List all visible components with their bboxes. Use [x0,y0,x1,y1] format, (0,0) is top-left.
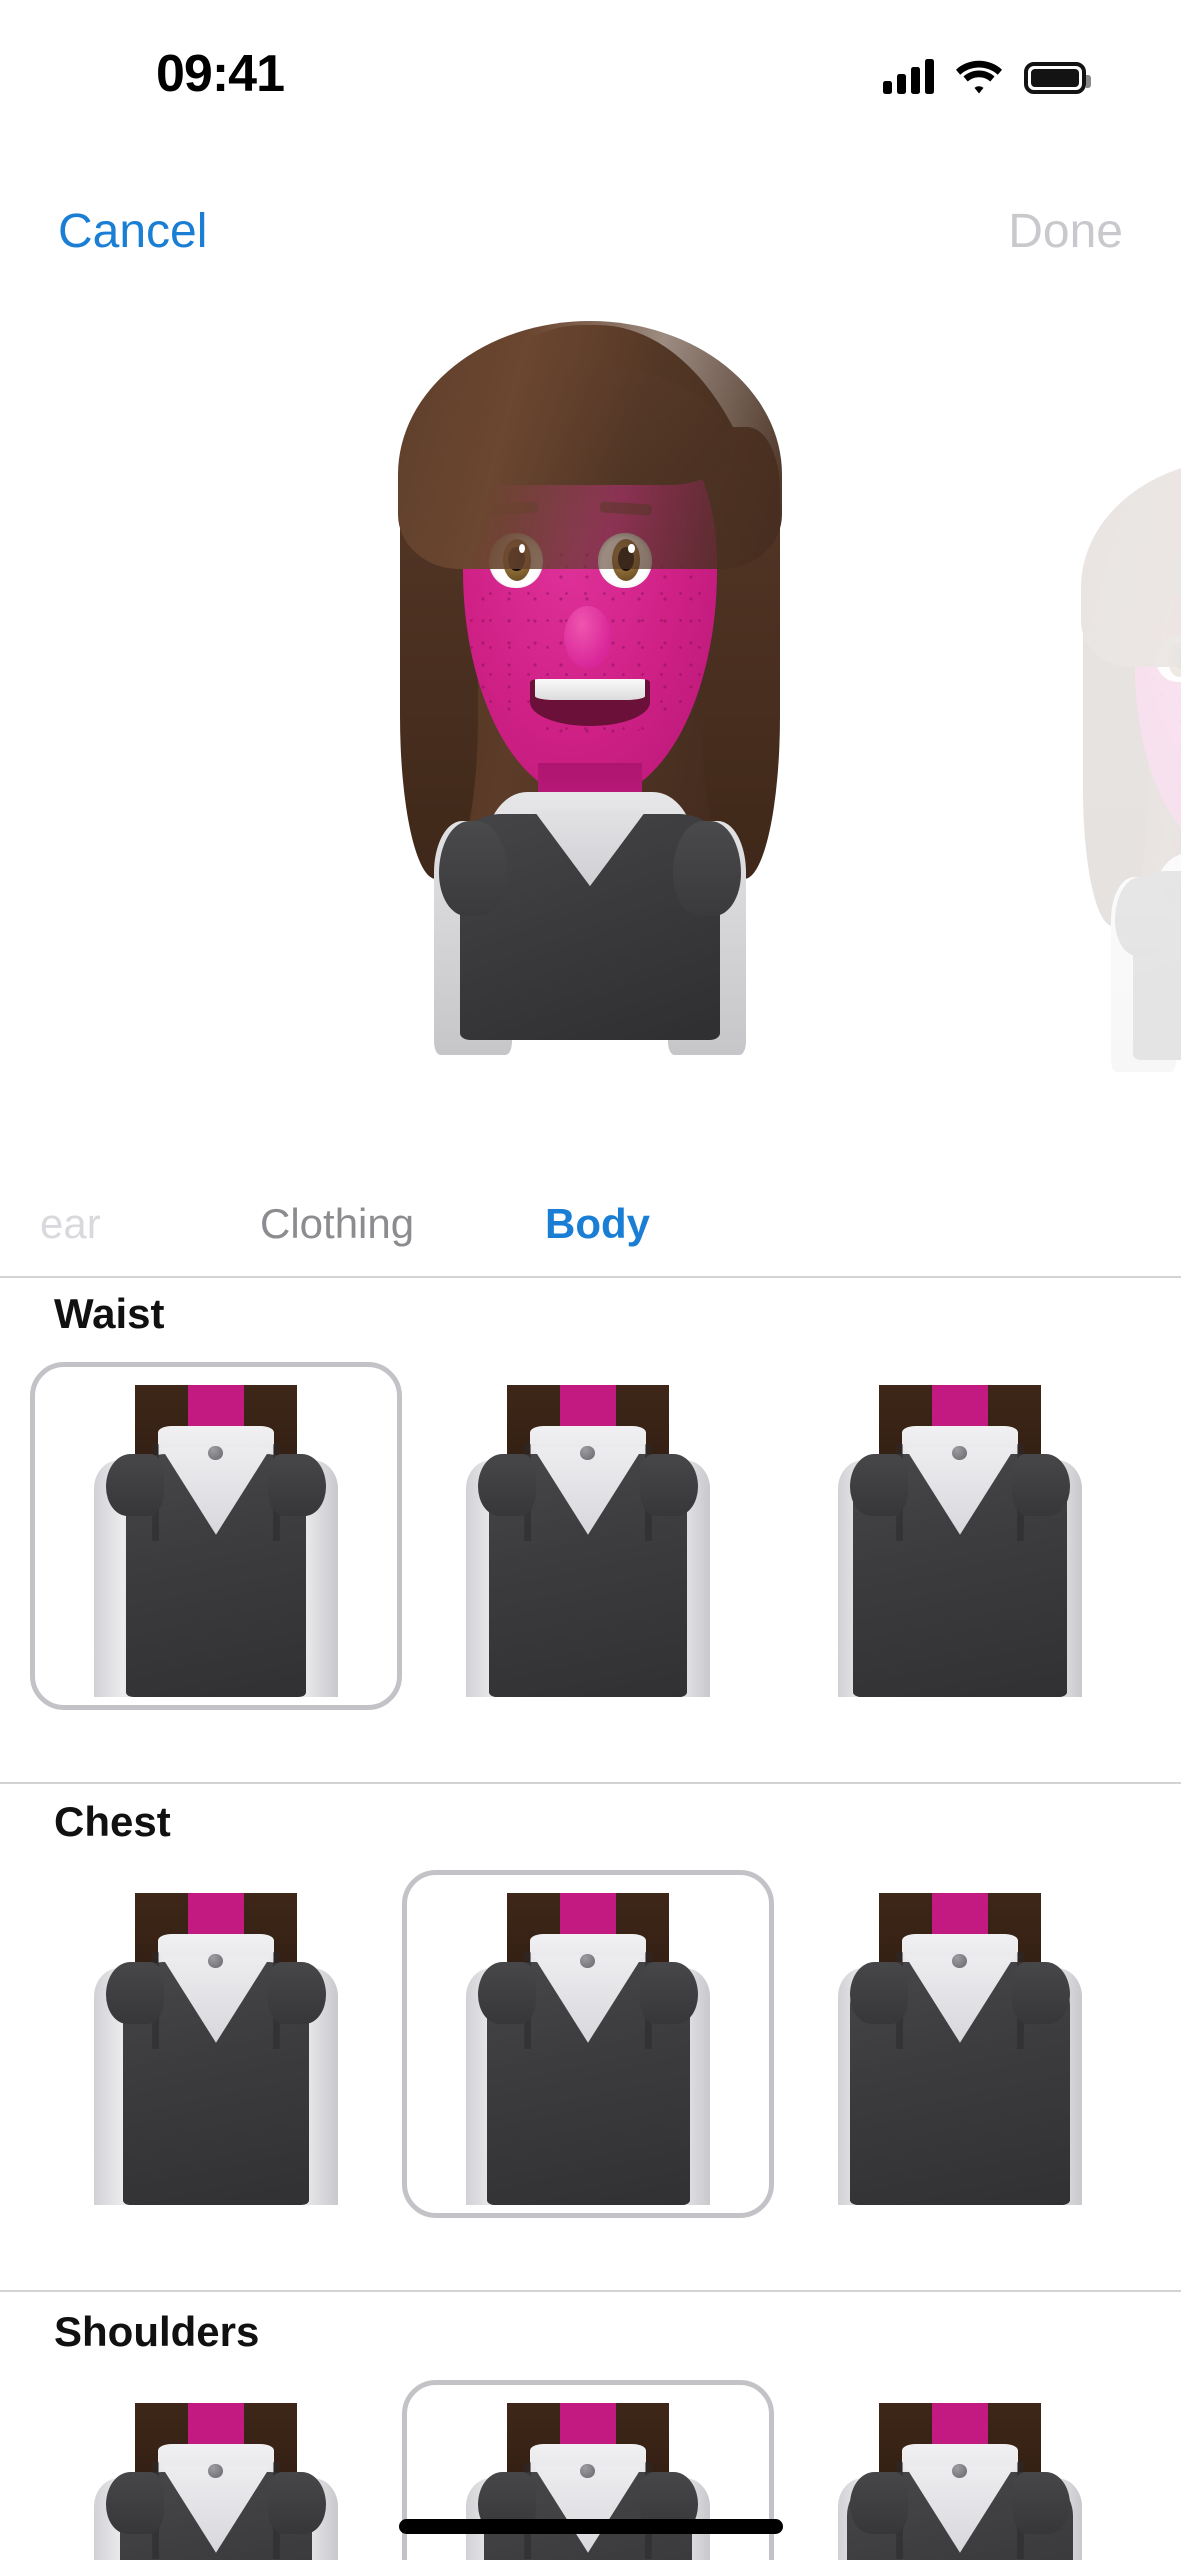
waist-option-3[interactable] [774,1362,1146,1710]
status-bar-time: 09:41 [156,45,285,103]
section-title-chest: Chest [54,1798,171,1845]
waist-option-1[interactable] [30,1362,402,1710]
category-tab-bar[interactable]: ear Clothing Body [0,1170,1181,1278]
memoji-avatar[interactable] [330,310,850,1055]
home-indicator[interactable] [398,2519,783,2534]
body-thumbnail-art [815,1385,1105,1697]
hair-front [397,320,783,570]
divider-waist-chest [0,1782,1181,1784]
body-thumbnail-art [443,2403,733,2560]
tab-headwear[interactable]: ear [30,1194,111,1254]
chest-option-row [0,1870,1181,2230]
body-thumbnail-art [71,1893,361,2205]
cap-sleeve-right [673,821,741,916]
cap-sleeve-left [439,821,507,916]
body-thumbnail-art [71,2403,361,2560]
hair-front [1080,459,1181,667]
wifi-icon [956,59,1002,94]
shoulders-option-1[interactable] [30,2380,402,2560]
body-thumbnail-art [815,1893,1105,2205]
waist-option-row [0,1362,1181,1722]
shoulders-option-3[interactable] [774,2380,1146,2560]
divider-chest-shoulders [0,2290,1181,2292]
chest-option-2[interactable] [402,1870,774,2218]
tab-body[interactable]: Body [535,1194,660,1254]
body-thumbnail-art [71,1385,361,1697]
cellular-signal-icon [883,58,934,94]
tab-clothing[interactable]: Clothing [250,1194,424,1254]
status-bar: 09:41 [0,0,1181,118]
nose [564,605,611,668]
memoji-body-editor-screen: 09:41 Cancel Done ear Clothing Body Wais… [0,0,1181,2560]
divider-top [0,1276,1181,1278]
section-title-waist: Waist [54,1290,165,1337]
done-button[interactable]: Done [996,196,1135,267]
section-title-shoulders: Shoulders [54,2308,260,2355]
memoji-avatar-next-faded[interactable] [1025,450,1181,1073]
chest-option-1[interactable] [30,1870,402,2218]
cancel-button[interactable]: Cancel [46,196,219,267]
body-thumbnail-art [815,2403,1105,2560]
chest-option-3[interactable] [774,1870,1146,2218]
navigation-bar: Cancel Done [0,180,1181,290]
mouth [530,678,650,727]
battery-full-icon [1024,62,1091,94]
body-thumbnail-art [443,1385,733,1697]
waist-option-2[interactable] [402,1362,774,1710]
memoji-preview-stage[interactable] [0,300,1181,1120]
body-thumbnail-art [443,1893,733,2205]
cap-sleeve-left [1115,877,1172,957]
status-bar-indicators [883,52,1091,94]
